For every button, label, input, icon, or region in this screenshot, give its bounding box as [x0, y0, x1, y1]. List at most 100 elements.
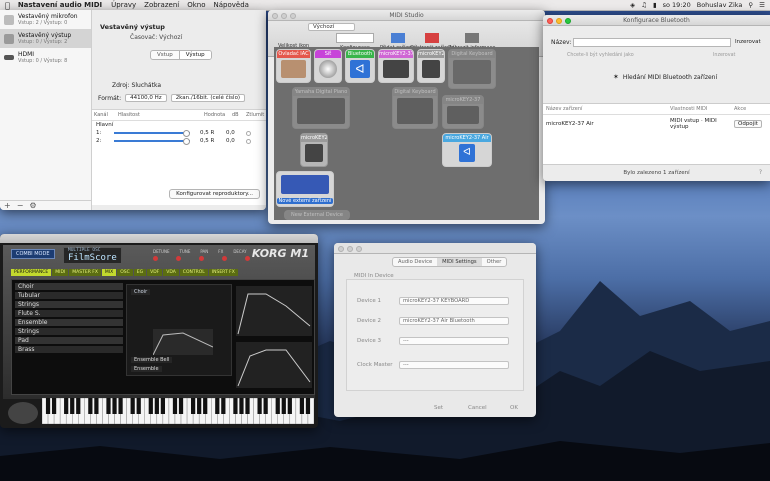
- black-key[interactable]: [88, 398, 93, 414]
- device-1-select[interactable]: microKEY2-37 KEYBOARD: [399, 297, 509, 305]
- tab-performance[interactable]: PERFORMANCE: [11, 269, 52, 276]
- black-key[interactable]: [233, 398, 238, 414]
- notification-icon[interactable]: ☰: [759, 1, 765, 9]
- midi-node-digital-keyboard[interactable]: Digital Keyboard: [448, 49, 496, 89]
- format-bits-select[interactable]: 2kan./16bit. (celé číslo): [170, 94, 246, 102]
- zoom-button[interactable]: [356, 246, 362, 252]
- tab-output[interactable]: Výstup: [178, 51, 211, 59]
- menu-select-1[interactable]: Ensemble Bell: [131, 357, 173, 363]
- program-slot[interactable]: Tubular: [15, 292, 123, 299]
- midi-node-iac[interactable]: Ovladač IAC: [276, 49, 311, 83]
- tab-input[interactable]: Vstup: [151, 51, 179, 59]
- black-key[interactable]: [245, 398, 250, 414]
- midi-node-new-external[interactable]: Nové externí zařízení: [276, 171, 334, 207]
- midi-node-microkey-3[interactable]: microKEY2-37: [442, 95, 484, 129]
- clock-value[interactable]: Výchozí: [159, 34, 182, 41]
- help-button[interactable]: ?: [759, 169, 762, 176]
- disconnect-button[interactable]: Odpojit: [734, 120, 762, 128]
- device-2-select[interactable]: microKEY2-37 Air Bluetooth: [399, 317, 509, 325]
- device-item-output[interactable]: Vestavěný výstup Vstup: 0 / Výstup: 2: [0, 29, 91, 48]
- black-key[interactable]: [45, 398, 51, 414]
- close-button[interactable]: [338, 246, 344, 252]
- led-icon[interactable]: [199, 256, 204, 261]
- battery-icon[interactable]: ▮: [653, 1, 657, 9]
- black-key[interactable]: [76, 398, 81, 414]
- pitch-wheel[interactable]: [8, 402, 38, 424]
- black-key[interactable]: [172, 398, 178, 414]
- minimize-button[interactable]: [281, 13, 287, 19]
- midi-node-network[interactable]: Síť: [314, 49, 342, 83]
- device-3-select[interactable]: ---: [399, 337, 509, 345]
- piano-keyboard[interactable]: [42, 398, 314, 424]
- source-value[interactable]: Sluchátka: [132, 82, 161, 89]
- midi-node-yamaha[interactable]: Yamaha Digital Piano: [292, 87, 350, 129]
- midi-node-digital-keyboard-2[interactable]: Digital Keyboard: [392, 87, 438, 129]
- menu-app-name[interactable]: Nastavení audio MIDI: [18, 1, 102, 9]
- menu-select-2[interactable]: Ensemble: [131, 366, 162, 372]
- black-key[interactable]: [287, 398, 292, 414]
- black-key[interactable]: [203, 398, 208, 414]
- minimize-button[interactable]: [347, 246, 353, 252]
- black-key[interactable]: [197, 398, 202, 414]
- black-key[interactable]: [118, 398, 123, 414]
- led-icon[interactable]: [153, 256, 158, 261]
- clock-master-select[interactable]: ---: [399, 361, 509, 369]
- tab-other[interactable]: Other: [482, 258, 507, 266]
- black-key[interactable]: [281, 398, 286, 414]
- led-icon[interactable]: [245, 256, 250, 261]
- led-icon[interactable]: [222, 256, 227, 261]
- tab-midi[interactable]: MIDI: [52, 269, 69, 276]
- black-key[interactable]: [215, 398, 220, 414]
- minimize-button[interactable]: [556, 18, 562, 24]
- black-key[interactable]: [64, 398, 69, 414]
- apple-icon[interactable]: : [5, 1, 10, 10]
- program-slot[interactable]: Ensemble: [15, 319, 123, 326]
- close-button[interactable]: [272, 13, 278, 19]
- program-slot[interactable]: Flute S.: [15, 310, 123, 317]
- program-slot[interactable]: Choir: [15, 283, 123, 290]
- midi-node-microkey-4[interactable]: microKEY2-37: [300, 133, 328, 167]
- black-key[interactable]: [106, 398, 111, 414]
- device-item-microphone[interactable]: Vestavěný mikrofon Vstup: 2 / Výstup: 0: [0, 10, 91, 29]
- black-key[interactable]: [112, 398, 117, 414]
- tab-master-fx[interactable]: MASTER FX: [69, 269, 101, 276]
- tab-control[interactable]: CONTROL: [179, 269, 208, 276]
- midi-node-microkey-2[interactable]: microKEY2-37: [417, 49, 445, 83]
- midi-node-microkey[interactable]: microKEY2-37: [378, 49, 414, 83]
- program-slot[interactable]: Brass: [15, 346, 123, 353]
- volume-slider[interactable]: [114, 130, 190, 137]
- configure-speakers-button[interactable]: Konfigurovat reproduktory...: [169, 189, 260, 199]
- program-slot[interactable]: Strings: [15, 301, 123, 308]
- midi-node-bluetooth[interactable]: Bluetooth ᐊ: [345, 49, 375, 83]
- search-icon[interactable]: ⚲: [748, 1, 753, 9]
- tab-mix[interactable]: MIX: [101, 269, 117, 276]
- midi-node-microkey-air[interactable]: microKEY2-37 Air ᐊ: [442, 133, 492, 167]
- black-key[interactable]: [190, 398, 196, 414]
- black-key[interactable]: [51, 398, 57, 414]
- tab-midi-settings[interactable]: MIDI Settings: [437, 258, 482, 266]
- black-key[interactable]: [178, 398, 184, 414]
- tab-osc[interactable]: OSC: [117, 269, 133, 276]
- program-slot[interactable]: Strings: [15, 328, 123, 335]
- black-key[interactable]: [130, 398, 135, 414]
- led-icon[interactable]: [176, 256, 181, 261]
- black-key[interactable]: [94, 398, 99, 414]
- black-key[interactable]: [305, 398, 311, 414]
- midi-node-new-external-2[interactable]: New External Device: [284, 210, 350, 220]
- menu-view[interactable]: Zobrazení: [144, 1, 179, 9]
- device-item-hdmi[interactable]: HDMI Vstup: 0 / Výstup: 8: [0, 48, 91, 67]
- volume-icon[interactable]: ♫: [641, 1, 647, 9]
- remove-device-button[interactable]: −: [17, 201, 24, 210]
- close-button[interactable]: [547, 18, 553, 24]
- menu-help[interactable]: Nápověda: [214, 1, 249, 9]
- zoom-button[interactable]: [565, 18, 571, 24]
- tab-vda[interactable]: VDA: [163, 269, 179, 276]
- cancel-button[interactable]: Cancel: [468, 405, 487, 411]
- black-key[interactable]: [154, 398, 159, 414]
- volume-slider[interactable]: [114, 138, 190, 145]
- black-key[interactable]: [299, 398, 305, 414]
- set-button[interactable]: Set: [434, 405, 443, 411]
- add-device-button[interactable]: +: [4, 201, 11, 210]
- advertise-button[interactable]: Inzerovat: [735, 39, 761, 45]
- black-key[interactable]: [221, 398, 226, 414]
